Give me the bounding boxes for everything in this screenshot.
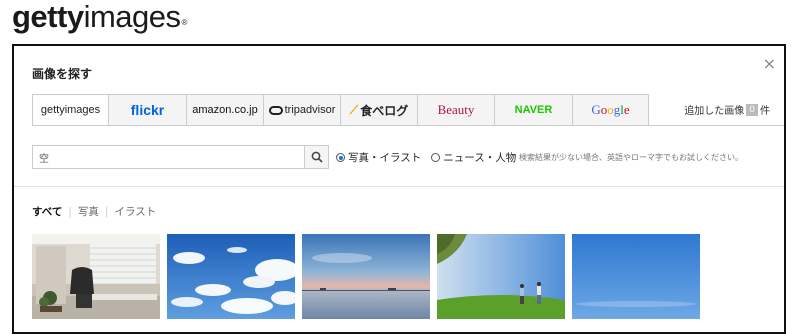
thumbnail-couple-field[interactable] — [437, 234, 565, 319]
tab-flickr[interactable]: flickr — [109, 94, 187, 126]
tab-beauty[interactable]: Beauty — [418, 94, 495, 126]
search-input[interactable] — [33, 146, 295, 168]
result-filters: すべて | 写真 | イラスト — [32, 204, 156, 219]
thumbnail-sunset-sea[interactable] — [302, 234, 430, 319]
close-icon[interactable]: × — [763, 56, 776, 72]
couple-field-image — [437, 234, 565, 319]
filter-all[interactable]: すべて — [32, 204, 62, 219]
registered-mark: ® — [181, 18, 188, 27]
filter-illustration[interactable]: イラスト — [114, 204, 156, 219]
tab-baseline — [32, 125, 784, 126]
source-tabs: gettyimages flickr amazon.co.jp tripadvi… — [32, 94, 649, 126]
image-search-dialog: 画像を探す × gettyimages flickr amazon.co.jp … — [12, 44, 786, 334]
magnifier-icon — [311, 151, 323, 163]
media-type-radio-group: 写真・イラスト ニュース・人物 — [336, 150, 526, 165]
gettyimages-tab-label: gettyimages — [40, 104, 101, 116]
section-divider — [14, 186, 784, 187]
filter-photo[interactable]: 写真 — [78, 204, 99, 219]
tabelog-mark-icon: ⟋ — [349, 102, 359, 117]
tab-gettyimages[interactable]: gettyimages — [32, 94, 109, 126]
radio-unselected-icon — [431, 153, 441, 162]
radio-photo-illustration-label: 写真・イラスト — [348, 152, 422, 164]
tab-tabelog[interactable]: ⟋ 食べログ — [341, 94, 418, 126]
added-prefix: 追加した画像 — [684, 106, 745, 117]
sunset-sea-image — [302, 234, 430, 319]
added-images-counter: 追加した画像 0 件 — [684, 102, 770, 117]
clear-sky-image — [572, 234, 700, 319]
filter-separator: | — [68, 205, 72, 218]
filter-separator: | — [104, 205, 109, 218]
amazon-tab-label: amazon.co.jp — [192, 104, 258, 116]
radio-news-people[interactable]: ニュース・人物 — [431, 150, 516, 165]
tab-tripadvisor[interactable]: tripadvisor — [264, 94, 341, 126]
office-image — [32, 234, 160, 319]
search-box — [32, 145, 307, 169]
added-suffix: 件 — [760, 106, 770, 117]
logo-bold: getty — [12, 0, 84, 34]
gettyimages-logo: gettyimages® — [12, 0, 187, 36]
sky-clouds-image — [167, 234, 295, 319]
radio-photo-illustration[interactable]: 写真・イラスト — [336, 150, 421, 165]
naver-tab-label: NAVER — [514, 104, 553, 116]
owl-icon — [268, 105, 283, 115]
thumbnail-sky-clouds[interactable] — [167, 234, 295, 319]
radio-news-people-label: ニュース・人物 — [443, 152, 517, 164]
beauty-tab-label: Beauty — [437, 102, 475, 117]
tab-naver[interactable]: NAVER — [495, 94, 573, 126]
thumbnail-clear-sky[interactable] — [572, 234, 700, 319]
radio-selected-icon — [336, 153, 345, 162]
tabelog-tab-label: 食べログ — [360, 103, 409, 118]
flickr-tab-label: flickr — [130, 102, 165, 118]
tab-amazon[interactable]: amazon.co.jp — [187, 94, 264, 126]
tripadvisor-tab-label: tripadvisor — [284, 104, 336, 116]
added-count-badge: 0 — [746, 103, 758, 116]
tab-google[interactable]: Google — [573, 94, 649, 126]
logo-regular: images — [83, 0, 181, 34]
search-button[interactable] — [304, 145, 329, 169]
thumbnail-office[interactable] — [32, 234, 160, 319]
dialog-title: 画像を探す — [32, 67, 93, 81]
google-tab-label: Google — [591, 102, 630, 117]
result-thumbnails — [32, 234, 707, 319]
search-hint: 検索結果が少ない場合、英語やローマ字でもお試しください。 — [519, 153, 743, 162]
